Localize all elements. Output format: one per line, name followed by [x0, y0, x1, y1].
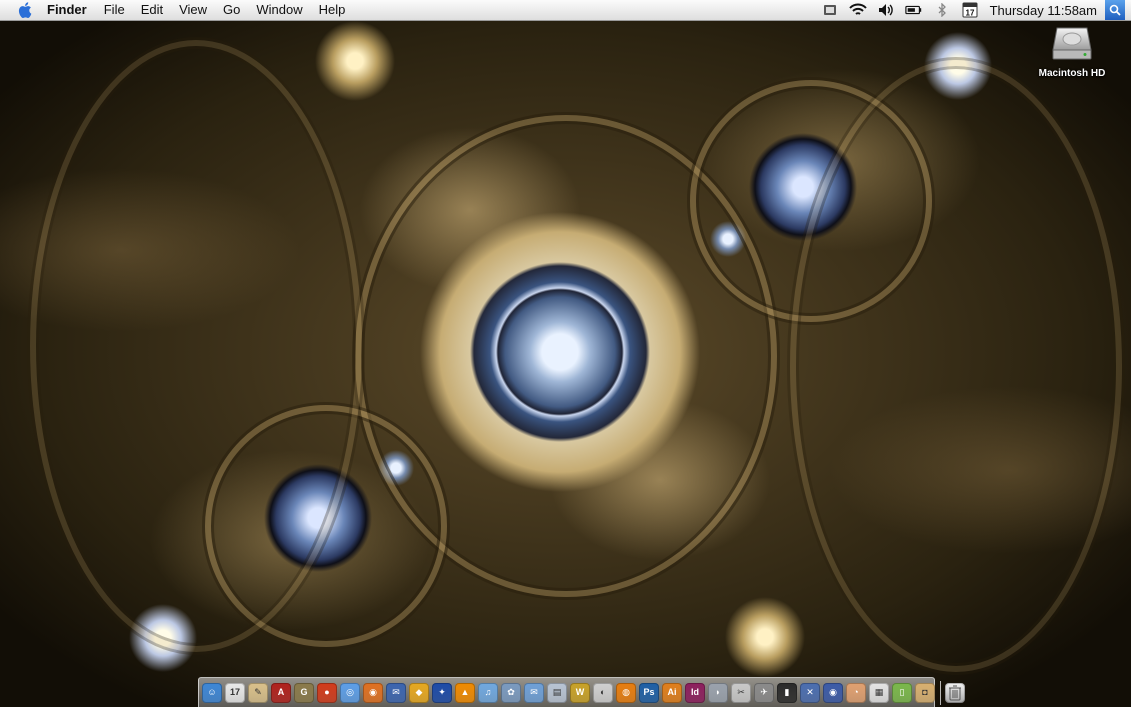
- dock-itunes-icon[interactable]: ♫: [478, 682, 498, 703]
- ical-icon[interactable]: 17: [961, 2, 979, 18]
- dock-acrobat-icon[interactable]: A: [271, 682, 291, 703]
- dock: ☺ 17 ✎ A G ● ◎ ◉ ✉ ◆ ✦ ▲ ♫ ✿ ✉ ▤ W ◐ ◍ Ps Ai Id ◗ ✂ ✈ ▮ ✕ ◉ ◔ ▦ ▯ ◘: [198, 677, 965, 707]
- finder-app-menu[interactable]: Finder: [45, 0, 96, 20]
- wallpaper-swirl: [30, 40, 362, 652]
- apple-menu-icon[interactable]: [17, 2, 33, 18]
- dock-ical-icon[interactable]: 17: [225, 682, 245, 703]
- dock-illustrator-icon[interactable]: Ai: [662, 682, 682, 703]
- trash-icon[interactable]: [945, 682, 965, 703]
- dock-utility-7-icon[interactable]: ▦: [869, 682, 889, 703]
- dock-vlc-icon[interactable]: ▲: [455, 682, 475, 703]
- script-menu-icon[interactable]: [821, 2, 839, 18]
- dock-utility-8-icon[interactable]: ▯: [892, 682, 912, 703]
- dock-firefox-icon[interactable]: ◉: [363, 682, 383, 703]
- dock-photoshop-icon[interactable]: Ps: [639, 682, 659, 703]
- menu-extras: 17 Thursday 11:58am: [816, 0, 1131, 20]
- edit-menu[interactable]: Edit: [133, 0, 171, 20]
- dock-textedit-icon[interactable]: ✎: [248, 682, 268, 703]
- macintosh-hd-desktop-icon[interactable]: Macintosh HD: [1036, 24, 1108, 79]
- battery-icon[interactable]: [904, 2, 923, 18]
- help-menu[interactable]: Help: [311, 0, 354, 20]
- dock-utility-6-icon[interactable]: ◔: [846, 682, 866, 703]
- dock-thunderbird-icon[interactable]: ✉: [386, 682, 406, 703]
- menu-bar: Finder File Edit View Go Window Help 17 …: [0, 0, 1131, 21]
- hard-drive-icon: [1052, 24, 1092, 62]
- dock-cyberduck-icon[interactable]: ✦: [432, 682, 452, 703]
- dock-utility-5-icon[interactable]: ◉: [823, 682, 843, 703]
- dock-safari-icon[interactable]: ◎: [340, 682, 360, 703]
- dock-utility-4-icon[interactable]: ✕: [800, 682, 820, 703]
- spotlight-icon[interactable]: [1105, 0, 1125, 20]
- dock-finder-icon[interactable]: ☺: [202, 682, 222, 703]
- dock-utility-9-icon[interactable]: ◘: [915, 682, 935, 703]
- dock-gimp-icon[interactable]: G: [294, 682, 314, 703]
- dock-transmit-icon[interactable]: ◆: [409, 682, 429, 703]
- dock-separator: [940, 680, 941, 705]
- ical-date: 17: [965, 9, 974, 18]
- go-menu[interactable]: Go: [215, 0, 248, 20]
- dock-utility-3-icon[interactable]: ✈: [754, 682, 774, 703]
- dock-terminal-icon[interactable]: ▮: [777, 682, 797, 703]
- macintosh-hd-label: Macintosh HD: [1038, 68, 1106, 79]
- dock-utility-1-icon[interactable]: ◗: [708, 682, 728, 703]
- dock-game-icon[interactable]: ●: [317, 682, 337, 703]
- volume-icon[interactable]: [877, 2, 895, 18]
- desktop-wallpaper: [0, 0, 1131, 707]
- dock-adium-icon[interactable]: ✿: [501, 682, 521, 703]
- view-menu[interactable]: View: [171, 0, 215, 20]
- file-menu[interactable]: File: [96, 0, 133, 20]
- menubar-clock[interactable]: Thursday 11:58am: [990, 3, 1097, 18]
- window-menu[interactable]: Window: [248, 0, 310, 20]
- dock-utility-2-icon[interactable]: ✂: [731, 682, 751, 703]
- dock-indesign-icon[interactable]: Id: [685, 682, 705, 703]
- wifi-icon[interactable]: [848, 2, 867, 18]
- bluetooth-icon[interactable]: [933, 2, 951, 18]
- dock-preview-icon[interactable]: ▤: [547, 682, 567, 703]
- dock-wordpress-icon[interactable]: W: [570, 682, 590, 703]
- wallpaper-swirl: [790, 60, 1122, 672]
- dock-cinema4d-icon[interactable]: ◐: [593, 682, 613, 703]
- dock-blender-icon[interactable]: ◍: [616, 682, 636, 703]
- dock-mail-icon[interactable]: ✉: [524, 682, 544, 703]
